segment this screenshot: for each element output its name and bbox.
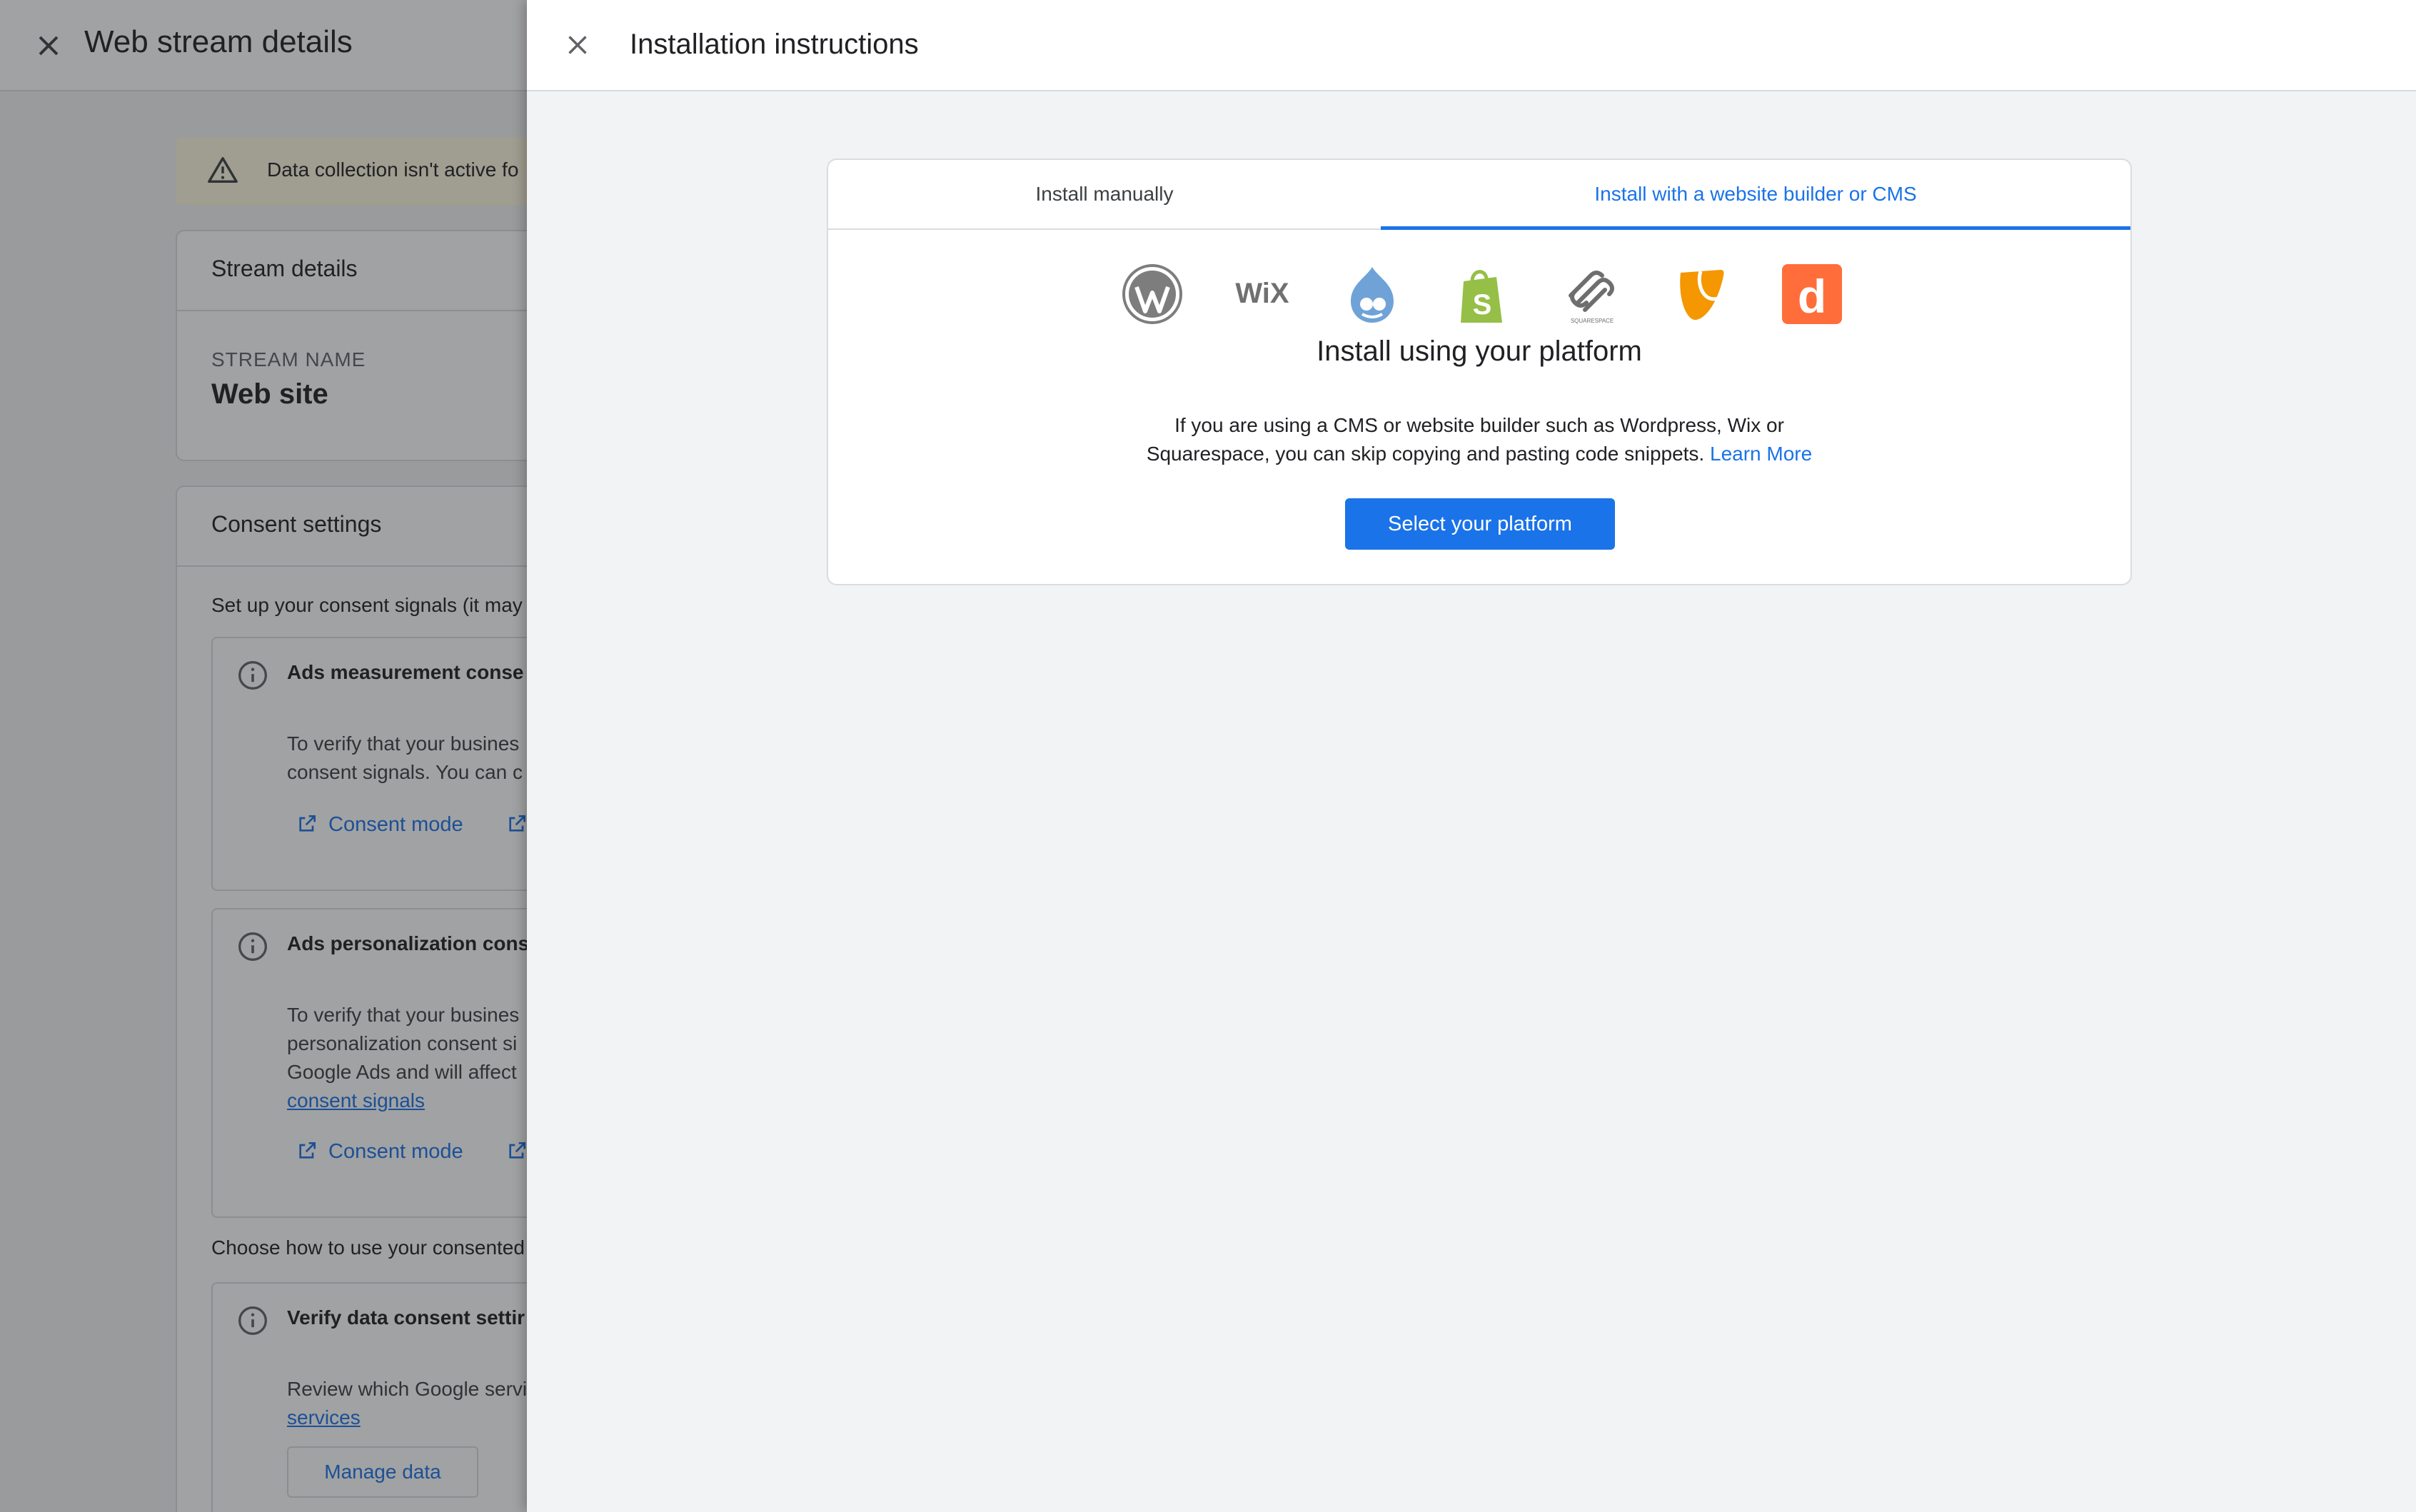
panel-description: If you are using a CMS or website builde… xyxy=(828,411,2130,468)
description-line-2: Squarespace, you can skip copying and pa… xyxy=(1146,443,1813,465)
installation-instructions-drawer: Installation instructions Install manual… xyxy=(527,0,2416,1512)
platform-logos: WiX S SQUARESPACE d xyxy=(1121,263,1842,331)
svg-text:S: S xyxy=(1473,289,1492,321)
select-platform-button[interactable]: Select your platform xyxy=(1345,498,1615,550)
drupal-icon xyxy=(1351,267,1394,323)
shopify-icon: S xyxy=(1461,270,1502,323)
description-line-1: If you are using a CMS or website builde… xyxy=(1174,414,1784,436)
svg-text:d: d xyxy=(1798,270,1826,323)
drawer-title: Installation instructions xyxy=(630,29,919,60)
wix-icon: WiX xyxy=(1235,278,1289,309)
install-panel: Install manually Install with a website … xyxy=(827,158,2132,585)
squarespace-icon: SQUARESPACE xyxy=(1569,271,1614,324)
panel-heading: Install using your platform xyxy=(1317,336,1642,367)
install-tabs: Install manually Install with a website … xyxy=(828,160,2130,230)
typo3-icon xyxy=(1680,270,1724,321)
tab-install-with-builder[interactable]: Install with a website builder or CMS xyxy=(1381,160,2130,230)
svg-text:WiX: WiX xyxy=(1235,278,1289,309)
drawer-header: Installation instructions xyxy=(527,0,2416,91)
tab-install-manually[interactable]: Install manually xyxy=(828,160,1381,230)
duda-icon: d xyxy=(1782,264,1842,324)
learn-more-link[interactable]: Learn More xyxy=(1710,443,1812,465)
svg-text:SQUARESPACE: SQUARESPACE xyxy=(1571,318,1614,324)
wordpress-icon xyxy=(1122,264,1182,324)
close-icon[interactable] xyxy=(561,29,594,61)
